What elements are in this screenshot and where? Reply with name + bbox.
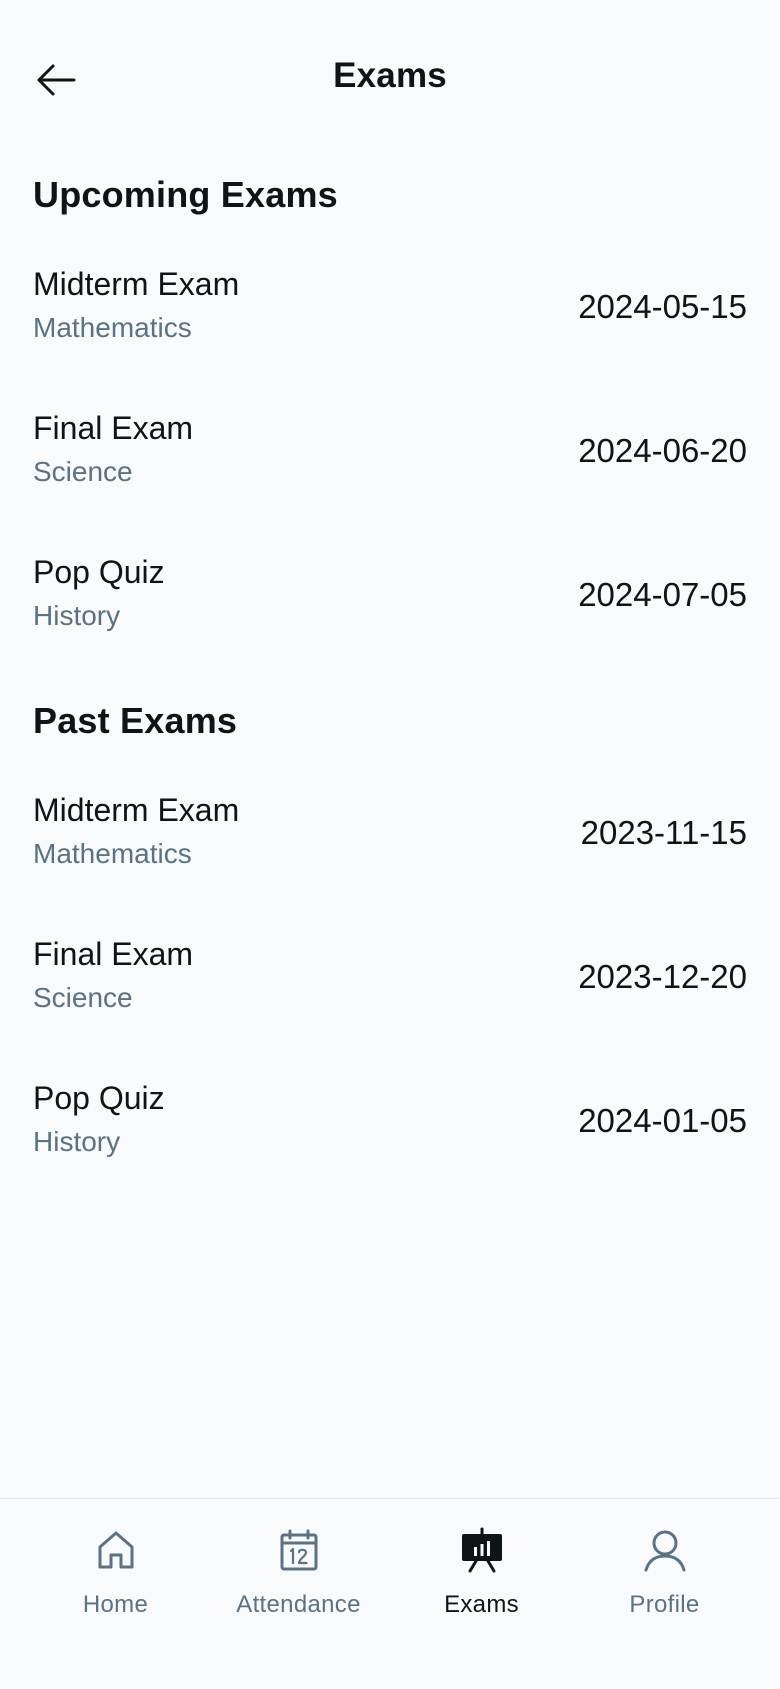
exam-subject: Science [33, 456, 133, 487]
nav-label: Attendance [236, 1591, 361, 1618]
nav-label: Exams [444, 1591, 519, 1618]
exam-date: 2024-06-20 [578, 432, 747, 469]
home-icon [98, 1531, 133, 1569]
upcoming-exam-row[interactable]: Final Exam Science 2024-06-20 [0, 410, 780, 540]
exam-date: 2024-01-05 [578, 1102, 747, 1139]
upcoming-exams-heading: Upcoming Exams [33, 174, 338, 215]
past-exam-row[interactable]: Midterm Exam Mathematics 2023-11-15 [0, 792, 780, 922]
exam-date: 2024-07-05 [578, 576, 747, 613]
exam-name: Midterm Exam [33, 266, 240, 302]
bottom-nav-bar: Home Attendance Exams Profile [0, 1498, 780, 1689]
past-exams-heading: Past Exams [33, 700, 238, 741]
exam-date: 2023-11-15 [580, 814, 747, 851]
app-screen: Exams Upcoming Exams Midterm Exam Mathem… [0, 0, 780, 1689]
exam-name: Pop Quiz [33, 554, 165, 590]
exam-subject: History [33, 600, 121, 631]
exam-subject: History [33, 1126, 121, 1157]
nav-item-attendance[interactable]: Attendance [201, 1499, 396, 1689]
past-exam-row[interactable]: Final Exam Science 2023-12-20 [0, 936, 780, 1066]
presentation-chart-icon [461, 1527, 502, 1573]
exam-name: Pop Quiz [33, 1080, 165, 1116]
exam-date: 2023-12-20 [578, 958, 747, 995]
top-app-bar: Exams [0, 0, 780, 160]
exam-subject: Mathematics [33, 312, 192, 343]
nav-label: Profile [629, 1591, 700, 1618]
exam-name: Midterm Exam [33, 792, 240, 828]
calendar-icon [280, 1529, 317, 1571]
user-icon [644, 1530, 685, 1572]
nav-label: Home [82, 1591, 149, 1618]
exam-subject: Science [33, 982, 133, 1013]
nav-item-profile[interactable]: Profile [567, 1499, 762, 1689]
page-title: Exams [333, 56, 447, 95]
past-exam-row[interactable]: Pop Quiz History 2024-01-05 [0, 1080, 780, 1210]
upcoming-exam-row[interactable]: Midterm Exam Mathematics 2024-05-15 [0, 266, 780, 396]
exam-date: 2024-05-15 [578, 288, 747, 325]
nav-item-exams[interactable]: Exams [384, 1499, 579, 1689]
exam-subject: Mathematics [33, 838, 192, 869]
nav-item-home[interactable]: Home [18, 1499, 213, 1689]
upcoming-exam-row[interactable]: Pop Quiz History 2024-07-05 [0, 554, 780, 684]
exam-name: Final Exam [33, 936, 194, 972]
exam-name: Final Exam [33, 410, 194, 446]
